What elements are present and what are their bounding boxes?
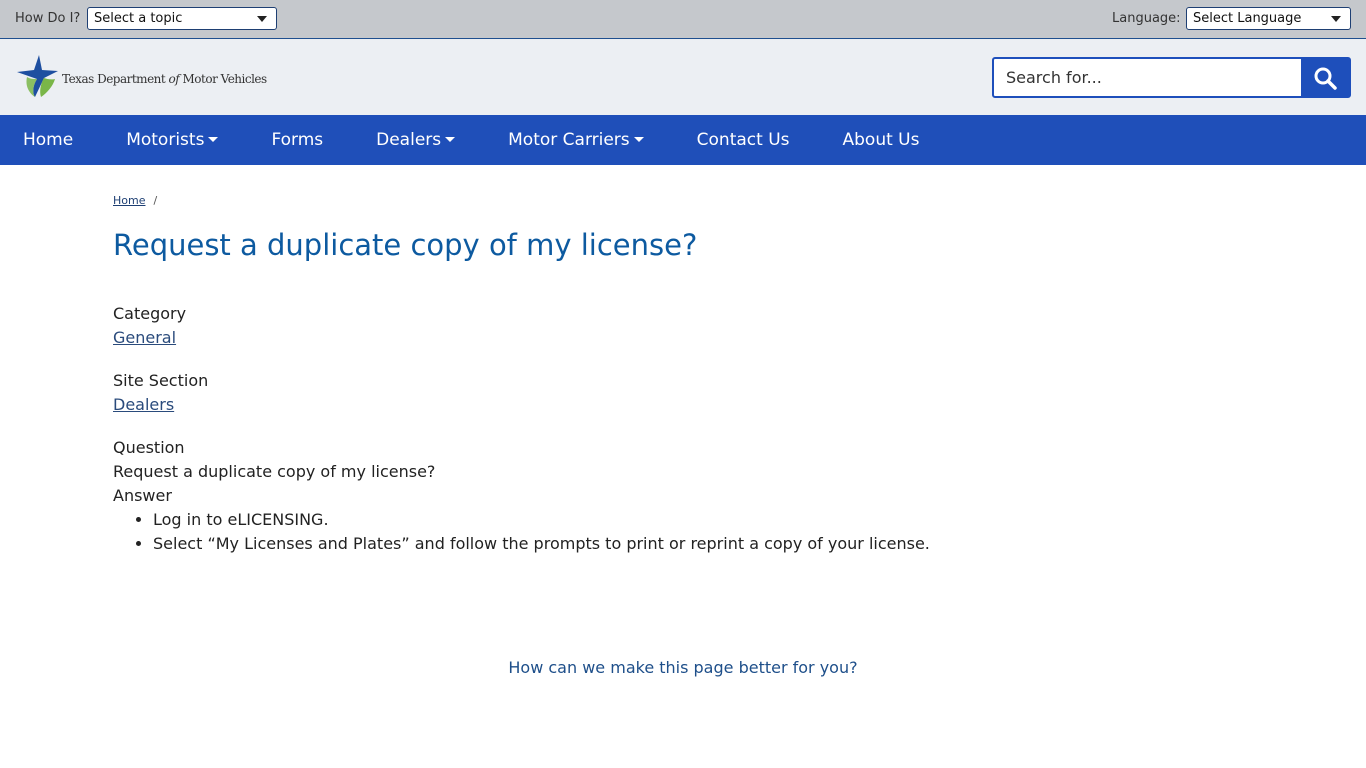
search-icon: [1314, 67, 1337, 90]
category-label: Category: [113, 304, 187, 323]
feedback-link[interactable]: How can we make this page better for you…: [0, 658, 1366, 677]
nav-item-forms[interactable]: Forms: [271, 115, 323, 165]
category-section: Category General: [113, 302, 1253, 350]
topic-select[interactable]: Select a topic: [87, 7, 277, 30]
language-select-value: Select Language: [1193, 11, 1302, 26]
site-section-label: Site Section: [113, 371, 209, 390]
site-section-link[interactable]: Dealers: [113, 393, 174, 417]
breadcrumb-home-link[interactable]: Home: [113, 194, 145, 207]
search-box: [992, 57, 1351, 98]
logo-text: Texas Department of Motor Vehicles: [62, 72, 267, 86]
site-header: Texas Department of Motor Vehicles: [0, 39, 1366, 115]
main-content: Home / Request a duplicate copy of my li…: [113, 190, 1253, 556]
answer-label: Answer: [113, 486, 172, 505]
question-text: Request a duplicate copy of my license?: [113, 462, 436, 481]
utility-bar: How Do I? Select a topic Language: Selec…: [0, 0, 1366, 39]
nav-item-label: Home: [23, 130, 74, 150]
language-label: Language:: [1112, 11, 1181, 26]
breadcrumb: Home /: [113, 190, 1253, 210]
nav-item-motor-carriers[interactable]: Motor Carriers: [508, 115, 644, 165]
category-link[interactable]: General: [113, 326, 176, 350]
search-input[interactable]: [994, 59, 1302, 96]
caret-down-icon: [208, 136, 219, 142]
nav-item-label: Motor Carriers: [508, 130, 630, 150]
search-button[interactable]: [1301, 59, 1349, 96]
chevron-down-icon: [1331, 16, 1341, 22]
answer-list: Log in to eLICENSING. Select “My License…: [113, 508, 1253, 556]
question-label: Question: [113, 438, 185, 457]
nav-item-label: Contact Us: [696, 130, 790, 150]
language-select[interactable]: Select Language: [1186, 7, 1351, 30]
page-title: Request a duplicate copy of my license?: [113, 228, 698, 262]
topic-select-value: Select a topic: [94, 11, 183, 26]
breadcrumb-separator: /: [153, 193, 158, 207]
nav-item-about-us[interactable]: About Us: [843, 115, 920, 165]
nav-item-contact-us[interactable]: Contact Us: [697, 115, 790, 165]
how-do-i-label: How Do I?: [15, 11, 81, 26]
caret-down-icon: [445, 136, 456, 142]
site-section-section: Site Section Dealers: [113, 369, 1253, 417]
chevron-down-icon: [257, 16, 267, 22]
nav-item-dealers[interactable]: Dealers: [376, 115, 456, 165]
nav-item-motorists[interactable]: Motorists: [126, 115, 219, 165]
answer-item: Log in to eLICENSING.: [153, 508, 1253, 532]
txdmv-logo[interactable]: Texas Department of Motor Vehicles: [15, 53, 275, 99]
qa-section: Question Request a duplicate copy of my …: [113, 436, 1253, 556]
star-logo-icon: [17, 55, 58, 97]
nav-item-home[interactable]: Home: [23, 115, 73, 165]
caret-down-icon: [633, 136, 644, 142]
nav-item-label: Motorists: [126, 130, 205, 150]
nav-item-label: About Us: [842, 130, 920, 150]
main-nav: Home Motorists Forms Dealers Motor Carri…: [0, 115, 1366, 165]
nav-item-label: Forms: [271, 130, 324, 150]
nav-item-label: Dealers: [376, 130, 442, 150]
answer-item: Select “My Licenses and Plates” and foll…: [153, 532, 1253, 556]
